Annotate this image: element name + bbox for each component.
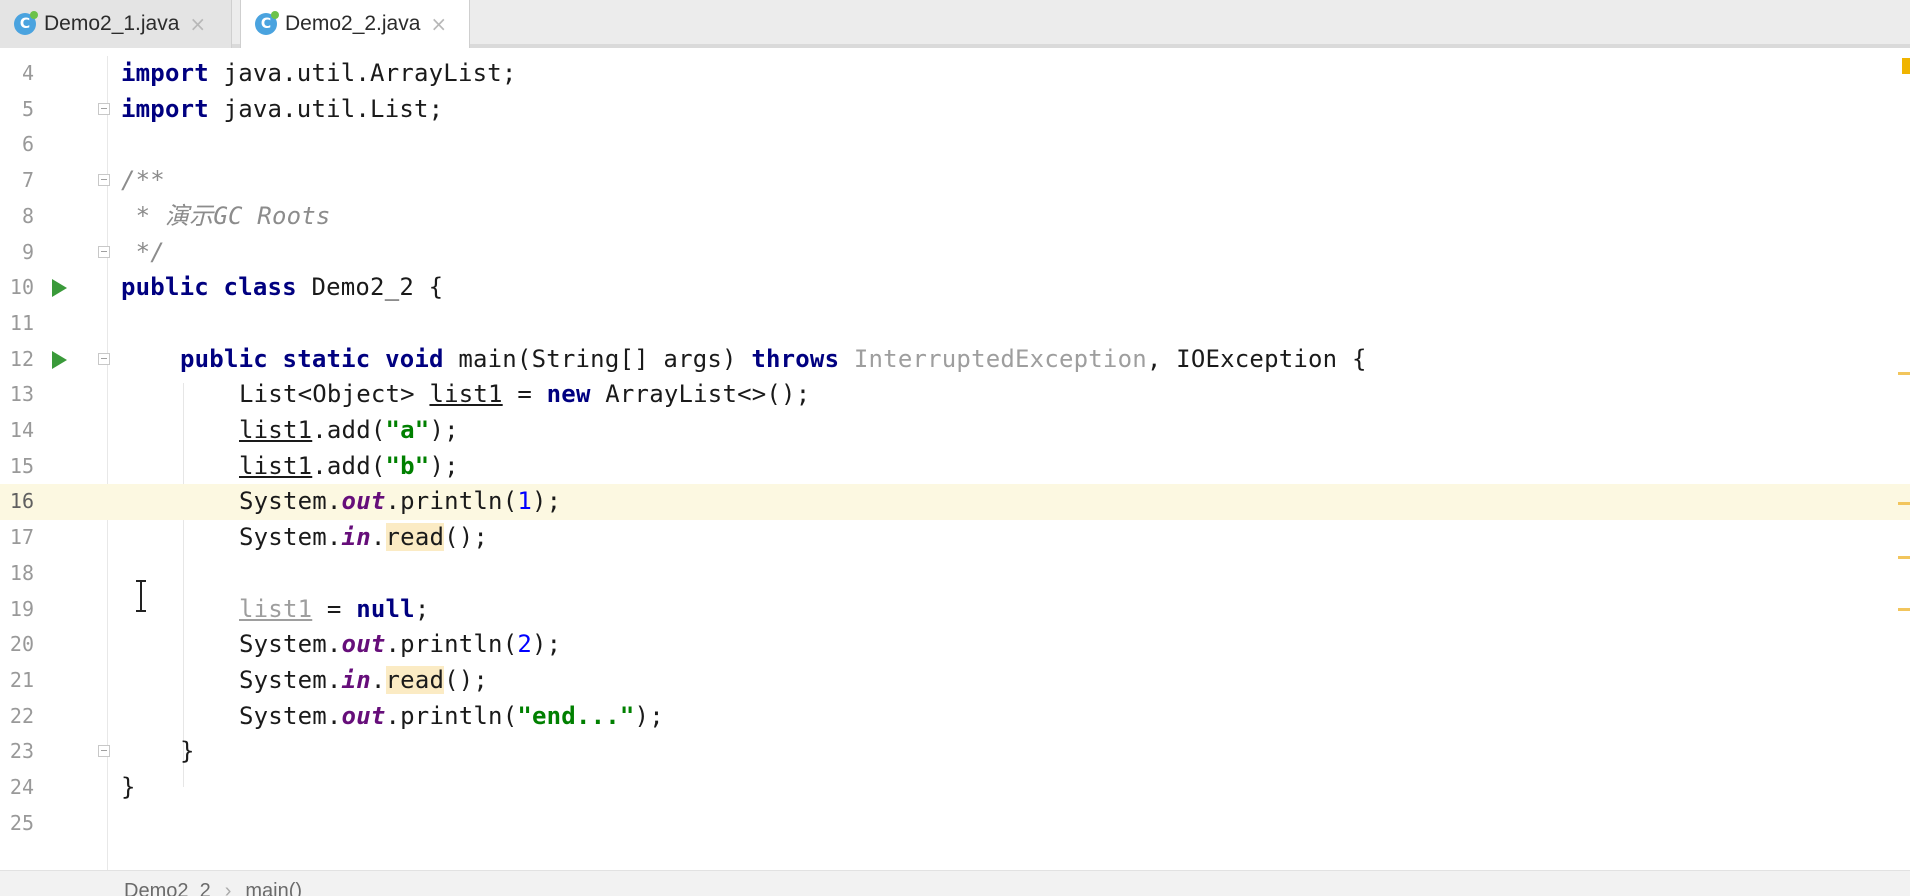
breadcrumb-separator: › — [224, 880, 232, 896]
code-line: 5 import java.util.List; — [0, 92, 1910, 128]
doc-comment: * 演示GC Roots — [121, 201, 331, 230]
error-stripe-marker[interactable] — [1898, 556, 1910, 559]
code-line: 25 — [0, 806, 1910, 842]
code-text: public class Demo2_2 { — [121, 273, 444, 302]
line-number: 8 — [21, 203, 34, 228]
tab-demo2-2[interactable]: C Demo2_2.java × — [240, 0, 470, 48]
line-number: 22 — [9, 703, 34, 728]
code-text: import java.util.List; — [121, 94, 444, 123]
line-number: 10 — [9, 275, 34, 300]
code-line: 12 public static void main(String[] args… — [0, 342, 1910, 378]
warning-marker[interactable] — [1902, 58, 1910, 74]
line-number: 17 — [9, 525, 34, 550]
line-number: 15 — [9, 453, 34, 478]
code-text: list1.add("b"); — [239, 451, 459, 480]
code-line: 20 System.out.println(2); — [0, 627, 1910, 663]
code-text: System.out.println(1); — [239, 487, 562, 516]
line-number: 12 — [9, 346, 34, 371]
line-number: 18 — [9, 560, 34, 585]
breadcrumb: Demo2_2 › main() — [0, 870, 1910, 896]
line-number: 19 — [9, 596, 34, 621]
line-number: 25 — [9, 810, 34, 835]
code-text: System.in.read(); — [239, 665, 489, 694]
tab-label: Demo2_1.java — [44, 12, 180, 35]
code-text: System.in.read(); — [239, 523, 489, 552]
tab-label: Demo2_2.java — [285, 12, 421, 35]
run-icon[interactable] — [52, 350, 67, 369]
fold-icon[interactable] — [98, 352, 110, 365]
line-number: 21 — [9, 667, 34, 692]
code-line: 15 list1.add("b"); — [0, 449, 1910, 485]
code-line: 13 List<Object> list1 = new ArrayList<>(… — [0, 377, 1910, 413]
line-number: 11 — [9, 310, 34, 335]
code-line: 24 } — [0, 770, 1910, 806]
code-line: 4 import java.util.ArrayList; — [0, 56, 1910, 92]
code-line: 21 System.in.read(); — [0, 663, 1910, 699]
code-line: 10 public class Demo2_2 { — [0, 270, 1910, 306]
line-number: 24 — [9, 775, 34, 799]
line-number: 14 — [9, 418, 34, 442]
code-line: 7 /** — [0, 163, 1910, 199]
fold-icon[interactable] — [98, 174, 110, 187]
fold-icon[interactable] — [98, 745, 110, 758]
code-text: } — [121, 773, 136, 801]
code-text: public static void main(String[] args) t… — [180, 344, 1367, 373]
error-stripe-marker[interactable] — [1898, 372, 1910, 375]
code-line: 8 * 演示GC Roots — [0, 199, 1910, 235]
error-stripe-marker[interactable] — [1898, 502, 1910, 505]
code-line: 14 list1.add("a"); — [0, 413, 1910, 449]
line-number: 4 — [21, 61, 34, 85]
close-icon[interactable]: × — [430, 12, 447, 36]
line-number: 13 — [9, 382, 34, 407]
code-line: 17 System.in.read(); — [0, 520, 1910, 556]
code-text: } — [180, 737, 195, 766]
line-number: 7 — [21, 168, 34, 193]
code-text: import java.util.ArrayList; — [121, 59, 517, 87]
line-number: 23 — [9, 739, 34, 764]
doc-comment: /** — [121, 166, 165, 195]
java-class-icon: C — [14, 11, 38, 35]
code-text: List<Object> list1 = new ArrayList<>(); — [239, 380, 811, 409]
code-line: 11 — [0, 306, 1910, 342]
breadcrumb-method[interactable]: main() — [245, 880, 302, 896]
line-number: 5 — [21, 96, 34, 121]
code-text: System.out.println("end..."); — [239, 701, 664, 730]
tab-demo2-1[interactable]: C Demo2_1.java × — [0, 0, 232, 48]
line-number: 20 — [9, 632, 34, 657]
close-icon[interactable]: × — [189, 12, 206, 36]
code-line: 18 — [0, 556, 1910, 592]
java-class-icon: C — [255, 11, 279, 35]
code-editor[interactable]: 4 import java.util.ArrayList; 5 import j… — [0, 56, 1910, 870]
fold-icon[interactable] — [98, 102, 110, 115]
breadcrumb-class[interactable]: Demo2_2 — [124, 880, 211, 896]
code-line-current: 16 System.out.println(1); — [0, 484, 1910, 521]
fold-icon[interactable] — [98, 245, 110, 258]
code-text: System.out.println(2); — [239, 630, 562, 659]
error-stripe-marker[interactable] — [1898, 608, 1910, 611]
code-text: list1 = null; — [239, 594, 430, 623]
text-cursor-icon — [136, 580, 146, 612]
line-number: 6 — [21, 132, 34, 157]
doc-comment: */ — [121, 237, 165, 266]
code-text: list1.add("a"); — [239, 416, 459, 444]
code-line: 19 list1 = null; — [0, 592, 1910, 628]
code-line: 9 */ — [0, 235, 1910, 271]
code-line: 23 } — [0, 734, 1910, 770]
line-number: 9 — [21, 239, 34, 264]
code-line: 22 System.out.println("end..."); — [0, 699, 1910, 735]
code-line: 6 — [0, 127, 1910, 163]
editor-tab-bar: C Demo2_1.java × C Demo2_2.java × — [0, 0, 1910, 48]
line-number: 16 — [9, 489, 34, 514]
run-icon[interactable] — [52, 279, 67, 298]
